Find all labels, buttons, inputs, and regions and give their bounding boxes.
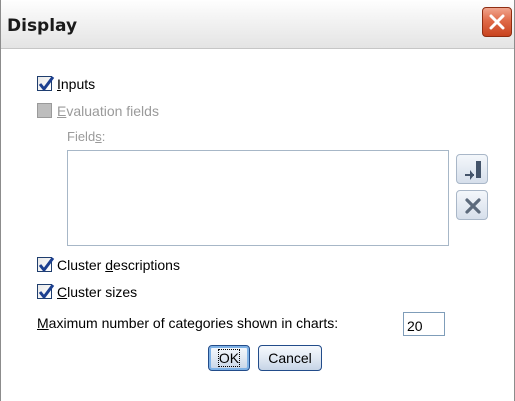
dialog-body: Inputs Evaluation fields Fields: Cluster…	[1, 49, 514, 401]
inputs-checkbox[interactable]	[37, 76, 55, 91]
cluster-sizes-checkbox[interactable]	[37, 284, 55, 299]
title-bar[interactable]: Display	[1, 0, 514, 49]
fields-label: Fields:	[67, 129, 106, 144]
display-dialog: Display Inputs Evaluation fields Fields:	[0, 0, 515, 401]
cluster-descriptions-checkbox[interactable]	[37, 257, 55, 272]
checkmark-icon	[38, 284, 55, 299]
inputs-label[interactable]: Inputs	[57, 76, 95, 92]
evaluation-fields-checkbox[interactable]	[37, 103, 52, 118]
close-icon	[489, 14, 505, 30]
ok-button[interactable]: OK	[208, 345, 250, 371]
cluster-sizes-label[interactable]: Cluster sizes	[57, 284, 137, 300]
max-categories-label: Maximum number of categories shown in ch…	[37, 315, 339, 331]
fields-listbox[interactable]	[67, 150, 449, 246]
cluster-descriptions-label[interactable]: Cluster descriptions	[57, 257, 180, 273]
close-button[interactable]	[482, 7, 512, 37]
pick-fields-button[interactable]	[456, 154, 488, 184]
remove-field-button[interactable]	[456, 190, 488, 220]
field-picker-icon	[465, 161, 481, 180]
cancel-button[interactable]: Cancel	[258, 345, 322, 371]
delete-x-icon	[465, 198, 481, 214]
dialog-title: Display	[7, 16, 78, 36]
evaluation-fields-label: Evaluation fields	[57, 103, 159, 119]
checkmark-icon	[38, 257, 55, 272]
checkmark-icon	[38, 76, 55, 91]
max-categories-input[interactable]	[403, 312, 445, 336]
